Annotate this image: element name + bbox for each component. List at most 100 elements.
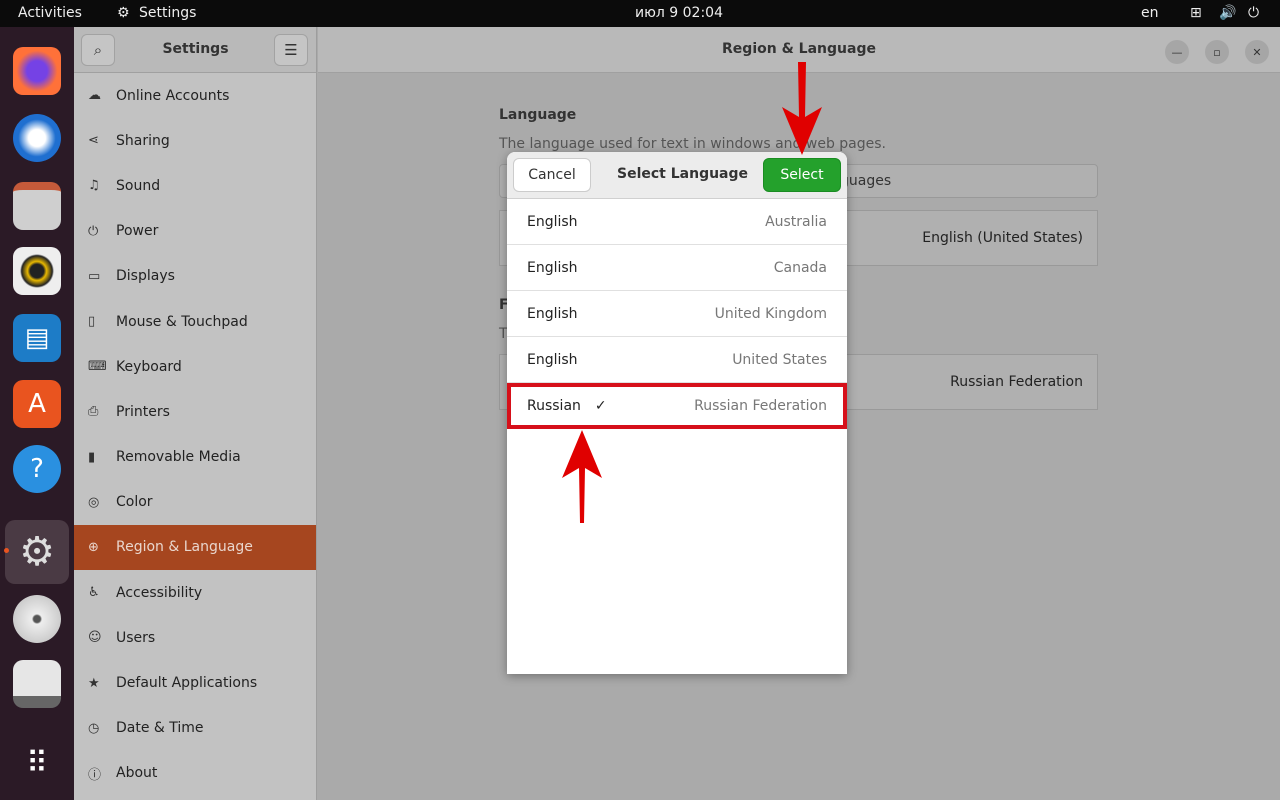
share-icon: ⋖ — [88, 133, 99, 149]
thunderbird-icon[interactable] — [13, 114, 61, 162]
printer-icon: ⎙ — [88, 404, 99, 420]
sidebar-item-keyboard[interactable]: ⌨ Keyboard — [74, 344, 316, 389]
sidebar-item-label: Default Applications — [116, 675, 258, 692]
power-icon: ⏻ — [88, 223, 99, 239]
sidebar-item-label: Printers — [116, 403, 170, 420]
activities-button[interactable]: Activities — [18, 5, 82, 21]
sidebar-item-online-accounts[interactable]: ☁ Online Accounts — [74, 73, 316, 118]
close-button[interactable]: ✕ — [1245, 40, 1269, 64]
display-icon: ▭ — [88, 268, 101, 284]
globe-icon: ⊕ — [88, 539, 99, 555]
cloud-icon: ☁ — [88, 88, 101, 104]
sidebar-item-displays[interactable]: ▭ Displays — [74, 254, 316, 299]
hamburger-icon: ☰ — [284, 41, 298, 59]
country-name: United Kingdom — [714, 305, 827, 322]
accessibility-icon: ♿ — [88, 585, 100, 601]
language-name: English — [527, 351, 578, 368]
settings-icon[interactable]: ⚙ — [5, 520, 69, 584]
language-row[interactable]: English Australia — [507, 199, 847, 245]
select-button[interactable]: Select — [763, 158, 841, 192]
settings-gear-icon: ⚙ — [117, 5, 130, 21]
sidebar-item-accessibility[interactable]: ♿ Accessibility — [74, 570, 316, 615]
cancel-button[interactable]: Cancel — [513, 158, 591, 192]
country-name: Russian Federation — [694, 397, 827, 414]
clock[interactable]: июл 9 02:04 — [635, 5, 723, 21]
settings-sidebar: ⌕ Settings ☰ ☁ Online Accounts ⋖ Sharing ♫ So… — [74, 27, 317, 800]
mouse-icon: ▯ — [88, 314, 96, 330]
sidebar-item-label: Sound — [116, 177, 161, 194]
language-name: English — [527, 305, 578, 322]
sidebar-item-sharing[interactable]: ⋖ Sharing — [74, 118, 316, 163]
sidebar-item-users[interactable]: ☺ Users — [74, 615, 316, 660]
info-icon: ⓘ — [88, 767, 102, 783]
language-row[interactable]: English United Kingdom — [507, 291, 847, 337]
dialog-header: Cancel Select Language Select — [507, 152, 847, 199]
sidebar-item-label: Region & Language — [116, 539, 253, 556]
minimize-button[interactable]: — — [1165, 40, 1189, 64]
clock-icon: ◷ — [88, 720, 100, 736]
rhythmbox-icon[interactable] — [13, 247, 61, 295]
language-name: English — [527, 213, 578, 230]
country-name: Australia — [765, 213, 827, 230]
usb-icon: ▮ — [88, 449, 96, 465]
sidebar-item-sound[interactable]: ♫ Sound — [74, 163, 316, 208]
volume-icon[interactable]: 🔊 — [1219, 5, 1236, 21]
annotation-arrow-up — [562, 430, 602, 523]
sidebar-item-label: Displays — [116, 268, 175, 285]
sidebar-item-label: Mouse & Touchpad — [116, 313, 248, 330]
network-icon[interactable]: ⊞ — [1190, 5, 1202, 21]
color-icon: ◎ — [88, 494, 100, 510]
help-icon[interactable]: ? — [13, 445, 61, 493]
language-row[interactable]: English Canada — [507, 245, 847, 291]
language-description: The language used for text in windows an… — [499, 136, 886, 152]
power-icon[interactable]: ⏻ — [1248, 5, 1259, 21]
keyboard-layout[interactable]: en — [1141, 5, 1159, 21]
files-icon[interactable] — [13, 182, 61, 230]
firefox-icon[interactable] — [13, 47, 61, 95]
maximize-button[interactable]: ▫ — [1205, 40, 1229, 64]
sidebar-item-printers[interactable]: ⎙ Printers — [74, 389, 316, 434]
sidebar-item-region-language[interactable]: ⊕ Region & Language — [74, 524, 316, 571]
language-name: English — [527, 259, 578, 276]
top-bar: Activities ⚙ Settings июл 9 02:04 en ⊞ 🔊… — [0, 0, 1280, 27]
sidebar-item-about[interactable]: ⓘ About — [74, 751, 316, 796]
language-row[interactable]: Russian ✓ Russian Federation — [507, 383, 847, 429]
floppy-icon[interactable] — [13, 660, 61, 708]
star-icon: ★ — [88, 675, 100, 691]
sidebar-item-default-applications[interactable]: ★ Default Applications — [74, 660, 316, 705]
annotation-arrow-down — [782, 62, 822, 155]
dialog-title: Select Language — [617, 166, 749, 182]
language-list: English Australia English Canada English Unit… — [507, 199, 847, 429]
sidebar-item-label: Date & Time — [116, 720, 204, 737]
dvd-icon[interactable] — [13, 595, 61, 643]
sidebar-item-label: Removable Media — [116, 449, 241, 466]
menu-button[interactable]: ☰ — [274, 34, 308, 66]
sidebar-item-label: About — [116, 765, 158, 782]
country-name: Canada — [773, 259, 827, 276]
running-indicator — [4, 548, 9, 553]
sidebar-item-label: Sharing — [116, 132, 170, 149]
sidebar-item-power[interactable]: ⏻ Power — [74, 209, 316, 254]
language-heading: Language — [499, 107, 577, 123]
sidebar-item-removable-media[interactable]: ▮ Removable Media — [74, 435, 316, 480]
show-apps-icon[interactable]: ⠿ — [13, 739, 61, 787]
users-icon: ☺ — [88, 630, 102, 646]
sidebar-item-label: Keyboard — [116, 358, 182, 375]
page-title: Region & Language — [722, 41, 876, 57]
keyboard-icon: ⌨ — [88, 359, 107, 375]
sidebar-item-label: Color — [116, 494, 153, 511]
select-language-dialog: Cancel Select Language Select English Aus… — [507, 152, 847, 674]
sidebar-item-date-time[interactable]: ◷ Date & Time — [74, 706, 316, 751]
app-menu[interactable]: Settings — [139, 5, 196, 21]
country-name: United States — [732, 351, 827, 368]
language-row[interactable]: English United States — [507, 337, 847, 383]
sidebar-list: ☁ Online Accounts ⋖ Sharing ♫ Sound ⏻ Power ▭ Dis… — [74, 73, 316, 796]
sidebar-item-color[interactable]: ◎ Color — [74, 480, 316, 525]
libreoffice-writer-icon[interactable]: ▤ — [13, 314, 61, 362]
checkmark-icon: ✓ — [594, 397, 607, 414]
sidebar-header: ⌕ Settings ☰ — [74, 27, 316, 73]
ubuntu-software-icon[interactable]: A — [13, 380, 61, 428]
sidebar-item-label: Users — [116, 629, 156, 646]
sidebar-item-mouse-touchpad[interactable]: ▯ Mouse & Touchpad — [74, 299, 316, 344]
dock: ▤ A ? ⚙ ⠿ — [0, 27, 74, 800]
